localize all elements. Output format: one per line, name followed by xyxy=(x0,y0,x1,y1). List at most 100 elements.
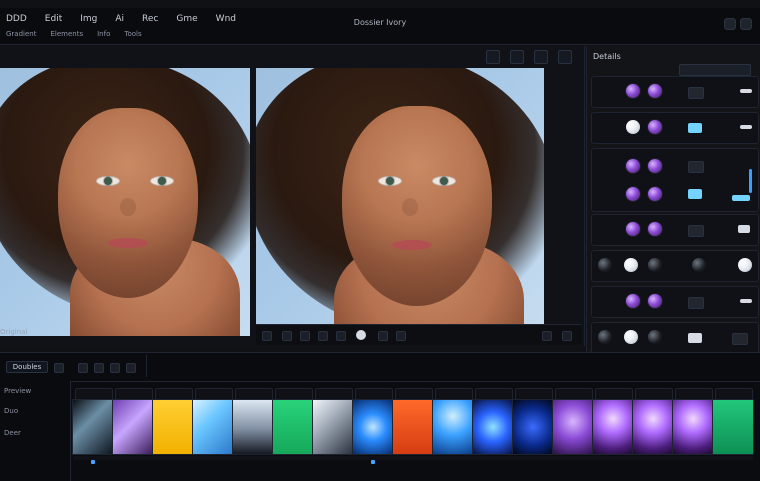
adjust-row[interactable] xyxy=(591,214,759,246)
viewer-toolbar xyxy=(486,50,572,64)
toggle-icon[interactable] xyxy=(688,161,704,173)
thumbnail-label xyxy=(355,388,393,400)
swatch-icon[interactable] xyxy=(648,84,662,98)
toggle-icon[interactable] xyxy=(688,333,702,343)
eye-left xyxy=(96,176,120,186)
zoom-icon[interactable] xyxy=(282,331,292,341)
thumbnail-label xyxy=(275,388,313,400)
toggle-icon[interactable] xyxy=(732,333,748,345)
swatch-icon[interactable] xyxy=(648,294,662,308)
swatch-icon[interactable] xyxy=(624,330,638,344)
timeline-tool-icon[interactable] xyxy=(110,363,120,373)
thumbnail[interactable] xyxy=(232,388,274,460)
thumbnail[interactable] xyxy=(352,388,394,464)
thumbnail[interactable] xyxy=(712,388,754,460)
thumbnail[interactable] xyxy=(432,388,474,460)
menu-item[interactable]: Wnd xyxy=(216,14,236,24)
color-chip-icon[interactable] xyxy=(688,123,702,133)
thumbnail[interactable] xyxy=(392,388,434,460)
panel-search[interactable] xyxy=(679,64,751,76)
compare-tool-icon[interactable] xyxy=(534,50,548,64)
swatch-icon[interactable] xyxy=(626,187,640,201)
slider-icon[interactable] xyxy=(740,89,752,93)
menu-item[interactable]: Img xyxy=(80,14,97,24)
timeline-mode-button[interactable]: Doubles xyxy=(6,361,48,373)
swatch-icon[interactable] xyxy=(648,330,662,344)
submenu-item[interactable]: Info xyxy=(97,30,110,38)
menu-item[interactable]: Rec xyxy=(142,14,158,24)
active-slider-icon[interactable] xyxy=(732,195,750,201)
thumbnail[interactable] xyxy=(672,388,714,460)
iris xyxy=(104,177,112,185)
settings-icon[interactable] xyxy=(542,331,552,341)
toggle-icon[interactable] xyxy=(688,87,704,99)
thumbnail[interactable] xyxy=(272,388,314,460)
play-icon[interactable] xyxy=(356,330,366,340)
adjust-row[interactable] xyxy=(591,250,759,282)
swatch-icon[interactable] xyxy=(626,222,640,236)
swatch-icon[interactable] xyxy=(626,159,640,173)
adjust-tool-icon[interactable] xyxy=(510,50,524,64)
menu-item[interactable]: DDD xyxy=(6,14,27,24)
thumbnail[interactable] xyxy=(632,388,674,460)
crop-tool-icon[interactable] xyxy=(486,50,500,64)
fit-icon[interactable] xyxy=(318,331,328,341)
menu-item[interactable]: Ai xyxy=(115,14,124,24)
submenu-item[interactable]: Tools xyxy=(124,30,141,38)
swatch-icon[interactable] xyxy=(648,159,662,173)
export-icon[interactable] xyxy=(396,331,406,341)
swatch-icon[interactable] xyxy=(624,258,638,272)
slider-icon[interactable] xyxy=(740,299,752,303)
timeline-tool-icon[interactable] xyxy=(94,363,104,373)
toggle-icon[interactable] xyxy=(738,225,750,233)
adjust-row[interactable] xyxy=(591,76,759,108)
thumbnail-label xyxy=(675,388,713,400)
thumbnail[interactable] xyxy=(112,388,154,460)
thumbnail[interactable] xyxy=(592,388,634,460)
toggle-icon[interactable] xyxy=(688,297,704,309)
slider-icon[interactable] xyxy=(740,125,752,129)
thumbnail[interactable] xyxy=(192,388,234,460)
export-tool-icon[interactable] xyxy=(558,50,572,64)
swatch-icon[interactable] xyxy=(626,120,640,134)
fullscreen-icon[interactable] xyxy=(562,331,572,341)
timeline-tool-icon[interactable] xyxy=(78,363,88,373)
thumbnail-bar xyxy=(673,456,713,460)
frame-icon[interactable] xyxy=(262,331,272,341)
swatch-icon[interactable] xyxy=(626,294,640,308)
reset-icon[interactable] xyxy=(300,331,310,341)
timeline-tool-icon[interactable] xyxy=(54,363,64,373)
scrollbar-thumb[interactable] xyxy=(749,169,752,193)
adjust-row[interactable] xyxy=(591,322,759,354)
adjust-row[interactable] xyxy=(591,112,759,144)
swatch-icon[interactable] xyxy=(626,84,640,98)
minimize-icon[interactable] xyxy=(724,18,736,30)
menu-item[interactable]: Edit xyxy=(45,14,62,24)
timeline-tool-icon[interactable] xyxy=(126,363,136,373)
toggle-icon[interactable] xyxy=(688,225,704,237)
adjust-row[interactable] xyxy=(591,148,759,212)
thumbnail[interactable] xyxy=(552,388,594,460)
submenu-item[interactable]: Gradient xyxy=(6,30,36,38)
submenu-item[interactable]: Elements xyxy=(50,30,83,38)
thumbnail[interactable] xyxy=(312,388,354,460)
more-icon[interactable] xyxy=(336,331,346,341)
swatch-icon[interactable] xyxy=(648,258,662,272)
swatch-icon[interactable] xyxy=(648,187,662,201)
color-chip-icon[interactable] xyxy=(688,189,702,199)
adjust-row[interactable] xyxy=(591,286,759,318)
swatch-icon[interactable] xyxy=(598,258,612,272)
swatch-icon[interactable] xyxy=(648,120,662,134)
split-icon[interactable] xyxy=(378,331,388,341)
menu-item[interactable]: Gme xyxy=(176,14,197,24)
swatch-icon[interactable] xyxy=(738,258,752,272)
close-icon[interactable] xyxy=(740,18,752,30)
swatch-icon[interactable] xyxy=(648,222,662,236)
thumbnail[interactable] xyxy=(72,388,114,464)
swatch-icon[interactable] xyxy=(598,330,612,344)
thumbnail[interactable] xyxy=(152,388,194,460)
thumbnail[interactable] xyxy=(512,388,554,460)
thumbnail[interactable] xyxy=(472,388,514,460)
swatch-icon[interactable] xyxy=(692,258,706,272)
thumbnail-label xyxy=(315,388,353,400)
